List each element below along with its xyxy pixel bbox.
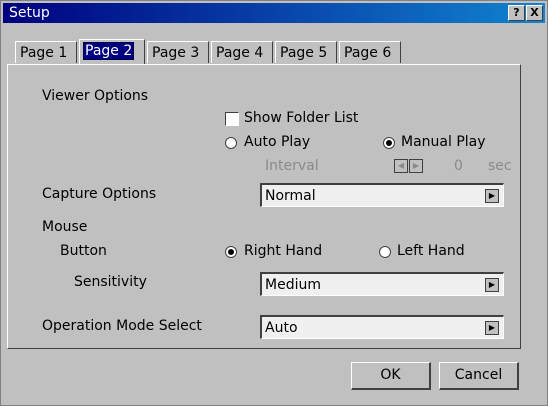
show-folder-list-label[interactable]: Show Folder List	[244, 109, 358, 127]
capture-options-arrow-icon[interactable]: ▶	[485, 189, 499, 203]
cancel-button[interactable]: Cancel	[439, 362, 519, 390]
manual-play-label[interactable]: Manual Play	[401, 133, 486, 151]
tab-page-2[interactable]: Page 2	[79, 39, 145, 64]
capture-options-dropdown[interactable]: Normal ▶	[260, 183, 504, 207]
help-button[interactable]: ?	[508, 5, 525, 21]
ok-button[interactable]: OK	[351, 362, 431, 390]
tab-page-5[interactable]: Page 5	[275, 41, 337, 63]
left-hand-radio[interactable]	[379, 246, 391, 258]
setup-dialog: Setup ? X Page 1 Page 2 Page 3 Page 4 Pa…	[0, 0, 548, 406]
operation-mode-dropdown[interactable]: Auto ▶	[260, 315, 504, 339]
tab-page-6[interactable]: Page 6	[339, 41, 401, 63]
capture-options-label: Capture Options	[42, 186, 157, 202]
auto-play-radio[interactable]	[225, 137, 237, 149]
show-folder-list-checkbox[interactable]	[225, 112, 239, 126]
sensitivity-value: Medium	[265, 277, 321, 293]
interval-unit: sec	[488, 158, 512, 174]
right-hand-label[interactable]: Right Hand	[244, 242, 322, 260]
tab-page-3[interactable]: Page 3	[147, 41, 209, 63]
mouse-label: Mouse	[42, 219, 88, 235]
sensitivity-dropdown[interactable]: Medium ▶	[260, 272, 504, 296]
operation-mode-arrow-icon[interactable]: ▶	[485, 321, 499, 335]
left-hand-label[interactable]: Left Hand	[397, 242, 465, 260]
tab-page-1[interactable]: Page 1	[15, 41, 77, 63]
window-title: Setup	[9, 5, 50, 21]
mouse-button-label: Button	[60, 243, 107, 259]
interval-increase-button[interactable]: ▶	[409, 159, 423, 173]
interval-label: Interval	[265, 158, 319, 174]
operation-mode-value: Auto	[265, 320, 298, 336]
tab-page-4[interactable]: Page 4	[211, 41, 273, 63]
right-hand-radio[interactable]	[225, 246, 237, 258]
interval-value: 0	[454, 158, 463, 174]
capture-options-value: Normal	[265, 188, 316, 204]
auto-play-label[interactable]: Auto Play	[244, 133, 310, 151]
viewer-options-label: Viewer Options	[42, 88, 149, 104]
sensitivity-arrow-icon[interactable]: ▶	[485, 278, 499, 292]
title-bar[interactable]: Setup ? X	[3, 3, 545, 23]
interval-decrease-button[interactable]: ◀	[394, 159, 408, 173]
tab-panel: Viewer Options Show Folder List Auto Pla…	[7, 64, 521, 349]
manual-play-radio[interactable]	[383, 137, 395, 149]
operation-mode-label: Operation Mode Select	[42, 318, 202, 334]
sensitivity-label: Sensitivity	[74, 274, 147, 290]
close-button[interactable]: X	[526, 5, 543, 21]
